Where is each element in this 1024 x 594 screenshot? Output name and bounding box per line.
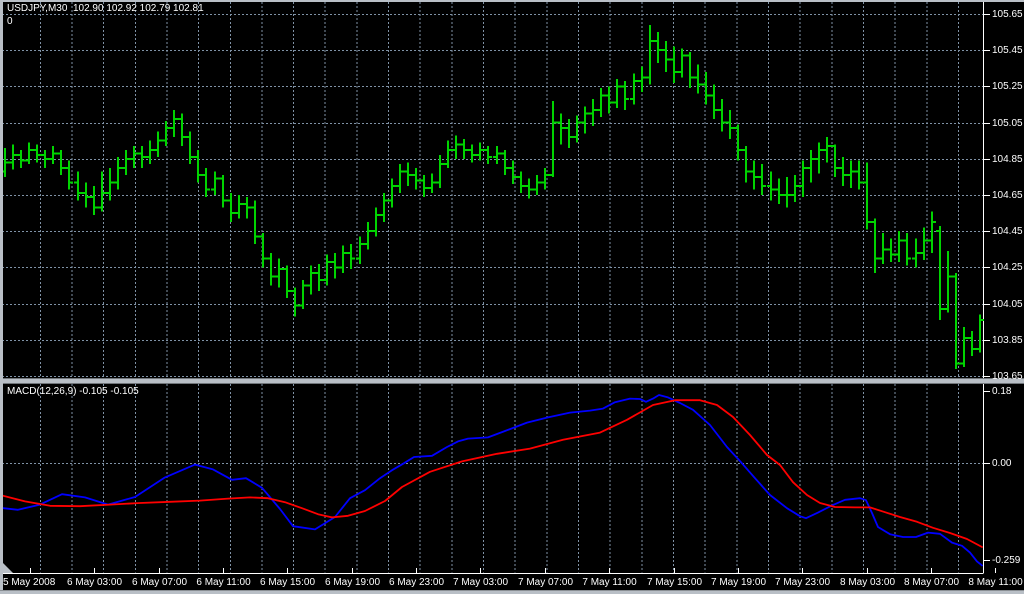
time-axis-label: 7 May 03:00 <box>453 577 508 589</box>
panel-divider[interactable] <box>0 378 1024 384</box>
time-axis-label: 6 May 19:00 <box>325 577 380 589</box>
price-axis-label: 105.65 <box>992 9 1023 21</box>
price-axis-label: 105.45 <box>992 45 1023 57</box>
price-axis-label: 104.05 <box>992 299 1023 311</box>
macd-axis-label: 0.18 <box>992 386 1011 398</box>
time-axis-label: 7 May 19:00 <box>711 577 766 589</box>
chart-comment: 0 <box>7 16 13 28</box>
window-border-bottom <box>0 590 1024 594</box>
window-border-left <box>0 0 3 594</box>
chart-title: USDJPY,M30 102.90 102.92 102.79 102.81 <box>7 3 204 15</box>
time-axis-corner-wedge <box>3 563 13 573</box>
price-axis-label: 103.65 <box>992 371 1023 383</box>
time-axis-label: 6 May 07:00 <box>132 577 187 589</box>
time-axis-label: 7 May 15:00 <box>647 577 702 589</box>
chart-window: USDJPY,M30 102.90 102.92 102.79 102.81 0… <box>0 0 1024 594</box>
time-axis-label: 8 May 07:00 <box>904 577 959 589</box>
macd-axis-label: 0.00 <box>992 458 1011 470</box>
price-axis-label: 104.45 <box>992 226 1023 238</box>
time-axis-label: 6 May 03:00 <box>67 577 122 589</box>
price-axis-label: 103.85 <box>992 335 1023 347</box>
time-axis-label: 7 May 23:00 <box>775 577 830 589</box>
price-axis-label: 104.25 <box>992 262 1023 274</box>
macd-line <box>0 395 982 565</box>
price-bars <box>1 25 984 369</box>
time-axis-label: 8 May 11:00 <box>968 577 1022 589</box>
macd-axis-label: -0.259 <box>992 555 1020 567</box>
time-axis-label: 6 May 11:00 <box>196 577 250 589</box>
time-axis-label: 7 May 11:00 <box>582 577 636 589</box>
time-axis-label: 6 May 15:00 <box>260 577 315 589</box>
time-axis-label: 6 May 23:00 <box>389 577 444 589</box>
price-axis-label: 104.65 <box>992 190 1023 202</box>
price-axis-label: 104.85 <box>992 154 1023 166</box>
macd-indicator-label: MACD(12,26,9) -0.105 -0.105 <box>7 386 139 398</box>
price-axis-label: 105.05 <box>992 118 1023 130</box>
chart-canvas[interactable] <box>0 0 1024 594</box>
time-axis-label: 7 May 07:00 <box>518 577 573 589</box>
macd-axis[interactable] <box>984 384 1024 573</box>
time-axis-label: 5 May 2008 <box>3 577 55 589</box>
time-axis-label: 8 May 03:00 <box>840 577 895 589</box>
window-border-top <box>0 0 1024 2</box>
signal-line <box>0 400 982 547</box>
price-axis-label: 105.25 <box>992 81 1023 93</box>
